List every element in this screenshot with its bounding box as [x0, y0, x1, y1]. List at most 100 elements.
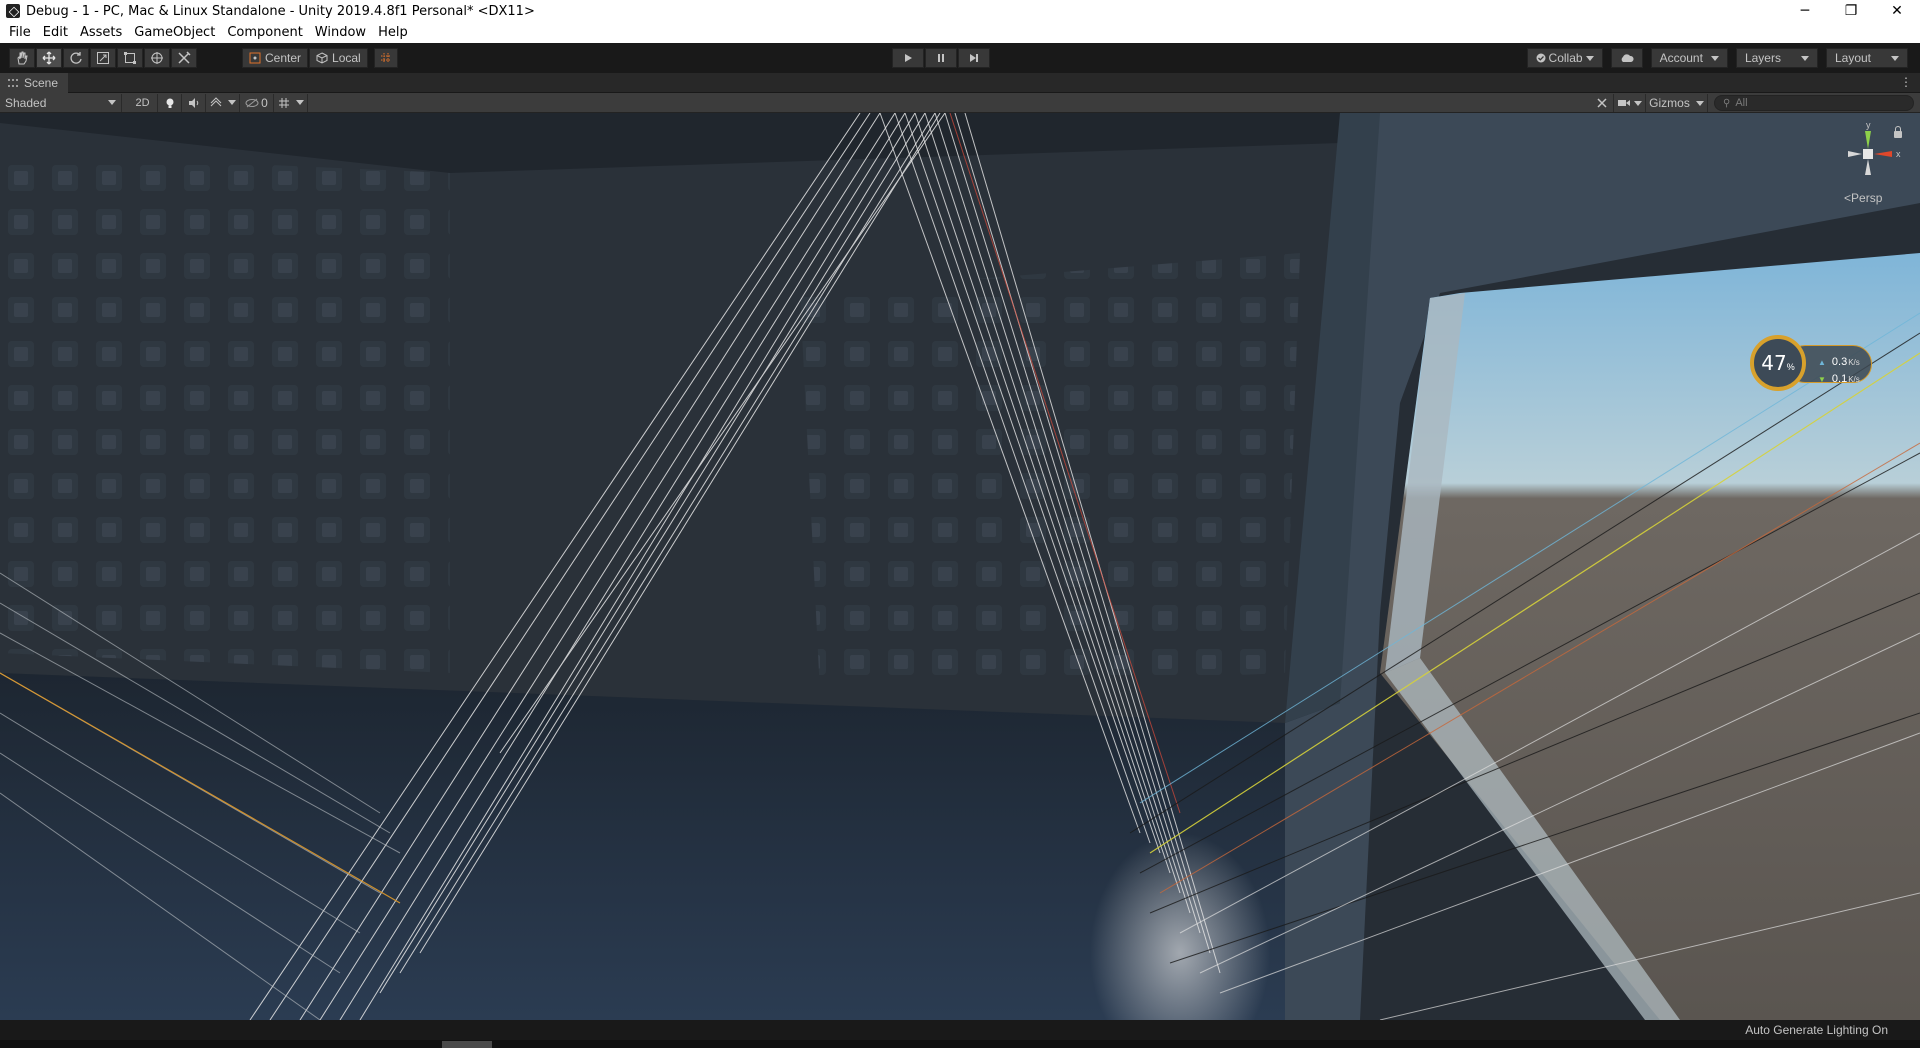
scrollbar-thumb[interactable] [442, 1041, 492, 1048]
pivot-mode-button[interactable]: Center [242, 48, 309, 68]
audio-toggle[interactable] [182, 93, 206, 112]
grid-snap-button[interactable] [374, 48, 398, 68]
pivot-mode-label: Center [265, 51, 302, 65]
effects-dropdown[interactable] [206, 93, 240, 112]
scene-render [0, 113, 1920, 1020]
minimize-button[interactable]: ─ [1782, 0, 1828, 22]
camera-icon [1617, 100, 1630, 106]
scale-tool-button[interactable] [90, 48, 116, 68]
step-icon [970, 54, 978, 62]
hand-icon [17, 51, 28, 65]
pause-button[interactable] [925, 48, 957, 68]
camera-dropdown[interactable] [1614, 94, 1646, 112]
hidden-objects-toggle[interactable]: 0 [240, 93, 274, 112]
main-toolbar: Center Local Collab Account Layers Layou… [0, 43, 1920, 73]
eye-off-icon [245, 98, 259, 107]
projection-label: Persp [1851, 191, 1883, 205]
transform-tool-button[interactable] [144, 48, 170, 68]
download-speed: 0.1 [1831, 373, 1848, 385]
grid-icon [278, 97, 289, 108]
grid-dropdown[interactable] [274, 93, 308, 112]
chevron-down-icon [1800, 55, 1809, 61]
window-controls: ─ ❐ ✕ [1782, 0, 1920, 22]
orientation-gizmo[interactable]: y x <Persp [1836, 120, 1906, 221]
search-icon: ⚲ [1723, 97, 1731, 109]
chevron-down-icon [227, 100, 236, 105]
scene-viewport[interactable]: y x <Persp 47 % ▲ 0.3 K/s ▼ 0.1 K/s [0, 113, 1920, 1020]
network-monitor-widget[interactable]: 47 % ▲ 0.3 K/s ▼ 0.1 K/s [1750, 335, 1872, 393]
upload-unit: K/s [1848, 358, 1860, 367]
more-options-icon[interactable]: ⋮ [1900, 75, 1912, 89]
scene-toolbar-right: Gizmos ⚲ All [1590, 94, 1920, 112]
step-button[interactable] [958, 48, 990, 68]
scene-search-input[interactable]: ⚲ All [1714, 95, 1914, 111]
axis-y-label: y [1866, 121, 1871, 130]
light-bulb-icon [166, 98, 173, 108]
close-button[interactable]: ✕ [1874, 0, 1920, 22]
rotate-tool-button[interactable] [63, 48, 89, 68]
menu-assets[interactable]: Assets [74, 25, 128, 40]
maximize-button[interactable]: ❐ [1828, 0, 1874, 22]
hidden-count: 0 [261, 95, 268, 110]
shading-mode-label: Shaded [5, 95, 47, 110]
tools-button[interactable] [1590, 94, 1614, 112]
speaker-icon [188, 97, 198, 108]
move-icon [42, 51, 56, 65]
rect-tool-button[interactable] [117, 48, 143, 68]
chevron-down-icon [1891, 55, 1899, 61]
menu-help[interactable]: Help [372, 25, 414, 40]
window-title: Debug - 1 - PC, Mac & Linux Standalone -… [26, 3, 535, 19]
play-controls [892, 48, 991, 68]
custom-tool-button[interactable] [171, 48, 197, 68]
rect-icon [124, 52, 136, 64]
download-arrow-icon: ▼ [1818, 375, 1826, 384]
axis-x-label: x [1896, 149, 1901, 159]
lighting-toggle[interactable] [158, 93, 182, 112]
upload-arrow-icon: ▲ [1818, 358, 1826, 367]
layers-dropdown[interactable]: Layers [1735, 48, 1818, 68]
projection-toggle[interactable]: <Persp [1844, 191, 1882, 205]
account-dropdown[interactable]: Account [1650, 48, 1728, 68]
menu-component[interactable]: Component [221, 25, 308, 40]
transform-icon [151, 52, 163, 64]
account-label: Account [1659, 51, 1703, 65]
chevron-down-icon [108, 100, 116, 105]
pause-icon [938, 54, 944, 62]
local-cube-icon [316, 52, 328, 64]
chevron-down-icon [1710, 55, 1719, 61]
tab-scene[interactable]: Scene [0, 72, 69, 93]
wrench-icon [1596, 98, 1607, 108]
lighting-status[interactable]: Auto Generate Lighting On [1745, 1023, 1888, 1037]
menu-gameobject[interactable]: GameObject [128, 25, 221, 40]
menu-file[interactable]: File [3, 25, 37, 40]
tab-scene-label: Scene [24, 75, 59, 90]
hand-tool-button[interactable] [9, 48, 35, 68]
pivot-rotation-label: Local [332, 51, 361, 65]
pivot-rotation-button[interactable]: Local [309, 48, 368, 68]
layout-dropdown[interactable]: Layout [1825, 48, 1908, 68]
pivot-center-icon [249, 52, 261, 64]
download-unit: K/s [1848, 375, 1860, 384]
download-speed-row: ▼ 0.1 K/s [1818, 373, 1860, 385]
collab-dropdown[interactable]: Collab [1526, 48, 1603, 68]
bottom-scroll-strip [0, 1040, 1920, 1048]
usage-circle: 47 % [1750, 335, 1806, 391]
unity-logo-icon [6, 4, 20, 18]
gizmos-dropdown[interactable]: Gizmos [1646, 94, 1708, 112]
chevron-down-icon [1633, 100, 1642, 106]
projection-icon: < [1844, 191, 1852, 205]
upload-speed: 0.3 [1831, 356, 1848, 368]
rotate-icon [70, 52, 82, 64]
menu-window[interactable]: Window [309, 25, 372, 40]
layers-label: Layers [1744, 51, 1781, 65]
cloud-button[interactable] [1610, 48, 1643, 68]
play-button[interactable] [892, 48, 924, 68]
shading-mode-dropdown[interactable]: Shaded [0, 93, 122, 112]
2d-toggle[interactable]: 2D [128, 93, 158, 112]
usage-percent: 47 [1761, 351, 1787, 375]
move-tool-button[interactable] [36, 48, 62, 68]
chevron-down-icon [295, 100, 304, 105]
menu-edit[interactable]: Edit [37, 25, 74, 40]
lock-icon[interactable] [1894, 126, 1902, 138]
custom-tool-icon [178, 51, 191, 64]
